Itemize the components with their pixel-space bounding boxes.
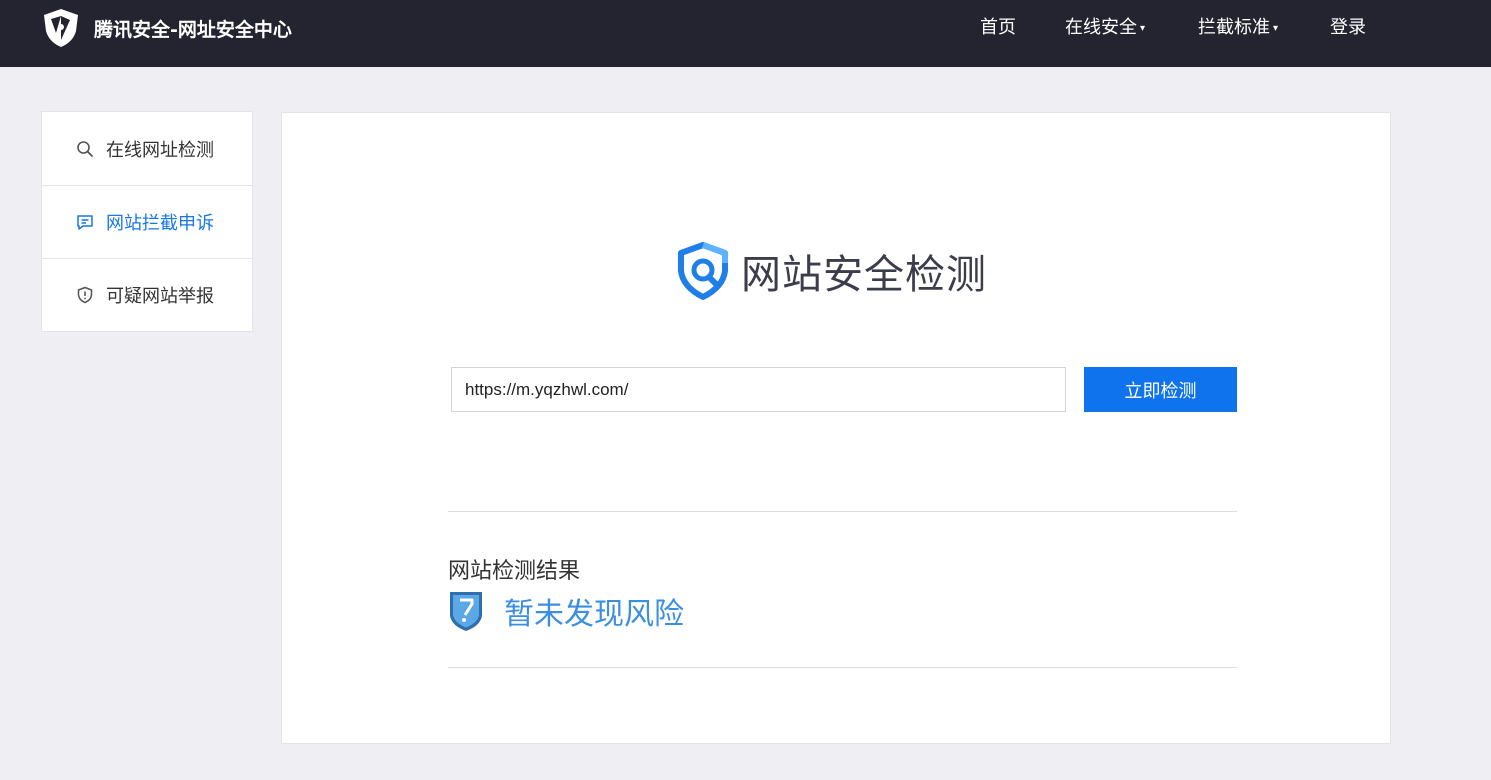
url-input[interactable]	[451, 367, 1066, 412]
tencent-security-logo-icon	[44, 9, 78, 47]
top-navigation-bar: 腾讯安全-网址安全中心 首页 在线安全 ▾ 拦截标准 ▾ 登录	[0, 0, 1491, 67]
shield-alert-icon	[77, 286, 93, 304]
nav-login[interactable]: 登录	[1330, 0, 1366, 56]
sidebar-item-appeal[interactable]: 网站拦截申诉	[42, 185, 252, 258]
nav-home[interactable]: 首页	[980, 0, 1016, 56]
divider	[448, 667, 1237, 668]
chevron-down-icon: ▾	[1273, 23, 1279, 34]
sidebar-item-label: 网站拦截申诉	[106, 213, 214, 234]
nav-home-label: 首页	[980, 17, 1016, 38]
divider	[448, 511, 1237, 512]
check-now-button[interactable]: 立即检测	[1084, 367, 1237, 412]
main-panel: 网站安全检测 立即检测 网站检测结果 暂未发现风险	[281, 112, 1391, 744]
sidebar-item-url-check[interactable]: 在线网址检测	[42, 112, 252, 185]
result-status: 暂未发现风险	[448, 589, 684, 633]
sidebar-item-label: 在线网址检测	[106, 139, 214, 161]
safe-shield-icon	[450, 592, 482, 631]
nav-online-security[interactable]: 在线安全 ▾	[1065, 0, 1145, 56]
nav-block-standards-label: 拦截标准	[1198, 17, 1270, 38]
page-title: 网站安全检测	[741, 252, 987, 298]
brand-title: 腾讯安全-网址安全中心	[94, 18, 292, 41]
search-icon	[77, 140, 93, 157]
shield-search-icon	[678, 242, 728, 300]
sidebar: 在线网址检测 网站拦截申诉 可疑网站举报	[41, 111, 253, 332]
nav-block-standards[interactable]: 拦截标准 ▾	[1198, 0, 1278, 56]
chevron-down-icon: ▾	[1140, 23, 1146, 34]
result-label: 网站检测结果	[448, 559, 581, 584]
nav-login-label: 登录	[1330, 17, 1366, 38]
chat-bubble-icon	[77, 215, 93, 230]
sidebar-item-report[interactable]: 可疑网站举报	[42, 258, 252, 331]
brand[interactable]: 腾讯安全-网址安全中心	[40, 7, 292, 49]
result-status-text: 暂未发现风险	[504, 597, 684, 632]
nav-online-security-label: 在线安全	[1065, 17, 1137, 38]
page-heading: 网站安全检测	[675, 241, 987, 301]
sidebar-item-label: 可疑网站举报	[106, 286, 214, 307]
